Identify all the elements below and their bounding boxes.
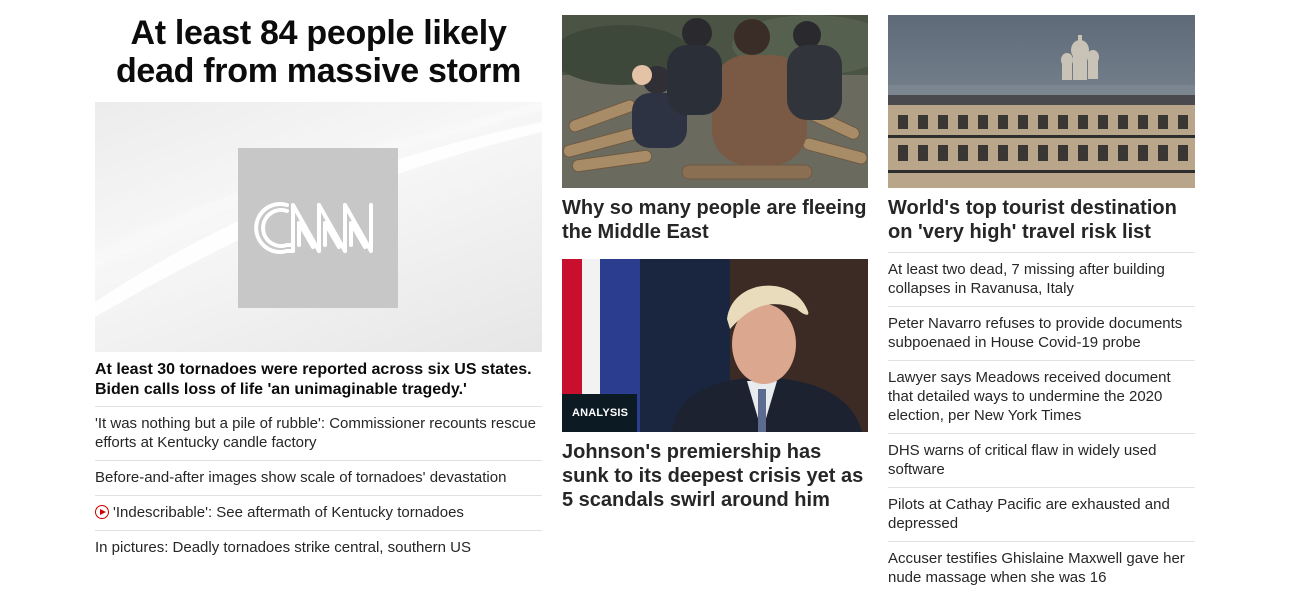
cnn-logo: [238, 148, 398, 308]
list-item[interactable]: 'It was nothing but a pile of rubble': C…: [95, 406, 542, 460]
story-card-johnson[interactable]: ANALYSIS Johnson's premiership has sunk …: [562, 259, 868, 512]
lead-caption[interactable]: At least 30 tornadoes were reported acro…: [95, 360, 542, 406]
right-column: World's top tourist destination on 'very…: [888, 15, 1195, 595]
migrants-photo[interactable]: [562, 15, 868, 188]
headline-link[interactable]: At least two dead, 7 missing after build…: [888, 261, 1165, 297]
middle-column: Why so many people are fleeing the Middl…: [562, 15, 868, 512]
headline-link[interactable]: Peter Navarro refuses to provide documen…: [888, 315, 1182, 351]
lead-headline[interactable]: At least 84 people likely dead from mass…: [95, 14, 542, 90]
story-card-paris[interactable]: World's top tourist destination on 'very…: [888, 15, 1195, 244]
lead-image[interactable]: [95, 102, 542, 352]
headline-link[interactable]: DHS warns of critical flaw in widely use…: [888, 442, 1156, 478]
related-link[interactable]: 'Indescribable': See aftermath of Kentuc…: [113, 504, 464, 521]
related-link[interactable]: Before-and-after images show scale of to…: [95, 469, 506, 486]
lead-related-links: 'It was nothing but a pile of rubble': C…: [95, 406, 542, 565]
play-circle-icon: [95, 505, 109, 519]
migrants-photo-image: [562, 15, 868, 188]
related-link[interactable]: 'It was nothing but a pile of rubble': C…: [95, 415, 536, 451]
headline-link[interactable]: Lawyer says Meadows received document th…: [888, 369, 1171, 424]
list-item[interactable]: At least two dead, 7 missing after build…: [888, 252, 1195, 306]
list-item[interactable]: DHS warns of critical flaw in widely use…: [888, 433, 1195, 487]
list-item[interactable]: Lawyer says Meadows received document th…: [888, 360, 1195, 433]
right-headline-links: At least two dead, 7 missing after build…: [888, 252, 1195, 595]
related-link[interactable]: In pictures: Deadly tornadoes strike cen…: [95, 539, 471, 556]
johnson-photo[interactable]: ANALYSIS: [562, 259, 868, 432]
cnn-logo-icon: [254, 202, 373, 254]
analysis-badge: ANALYSIS: [562, 394, 638, 432]
lead-story: At least 84 people likely dead from mass…: [95, 14, 542, 565]
story-title[interactable]: Why so many people are fleeing the Middl…: [562, 196, 868, 244]
paris-photo[interactable]: [888, 15, 1195, 188]
paris-photo-image: [888, 15, 1195, 188]
story-card-migrants[interactable]: Why so many people are fleeing the Middl…: [562, 15, 868, 244]
story-title[interactable]: World's top tourist destination on 'very…: [888, 196, 1195, 244]
list-item[interactable]: In pictures: Deadly tornadoes strike cen…: [95, 530, 542, 565]
list-item[interactable]: Before-and-after images show scale of to…: [95, 460, 542, 495]
list-item[interactable]: 'Indescribable': See aftermath of Kentuc…: [95, 495, 542, 530]
list-item[interactable]: Accuser testifies Ghislaine Maxwell gave…: [888, 541, 1195, 595]
list-item[interactable]: Peter Navarro refuses to provide documen…: [888, 306, 1195, 360]
headline-link[interactable]: Accuser testifies Ghislaine Maxwell gave…: [888, 550, 1185, 586]
list-item[interactable]: Pilots at Cathay Pacific are exhausted a…: [888, 487, 1195, 541]
story-title[interactable]: Johnson's premiership has sunk to its de…: [562, 440, 868, 512]
headline-link[interactable]: Pilots at Cathay Pacific are exhausted a…: [888, 496, 1170, 532]
